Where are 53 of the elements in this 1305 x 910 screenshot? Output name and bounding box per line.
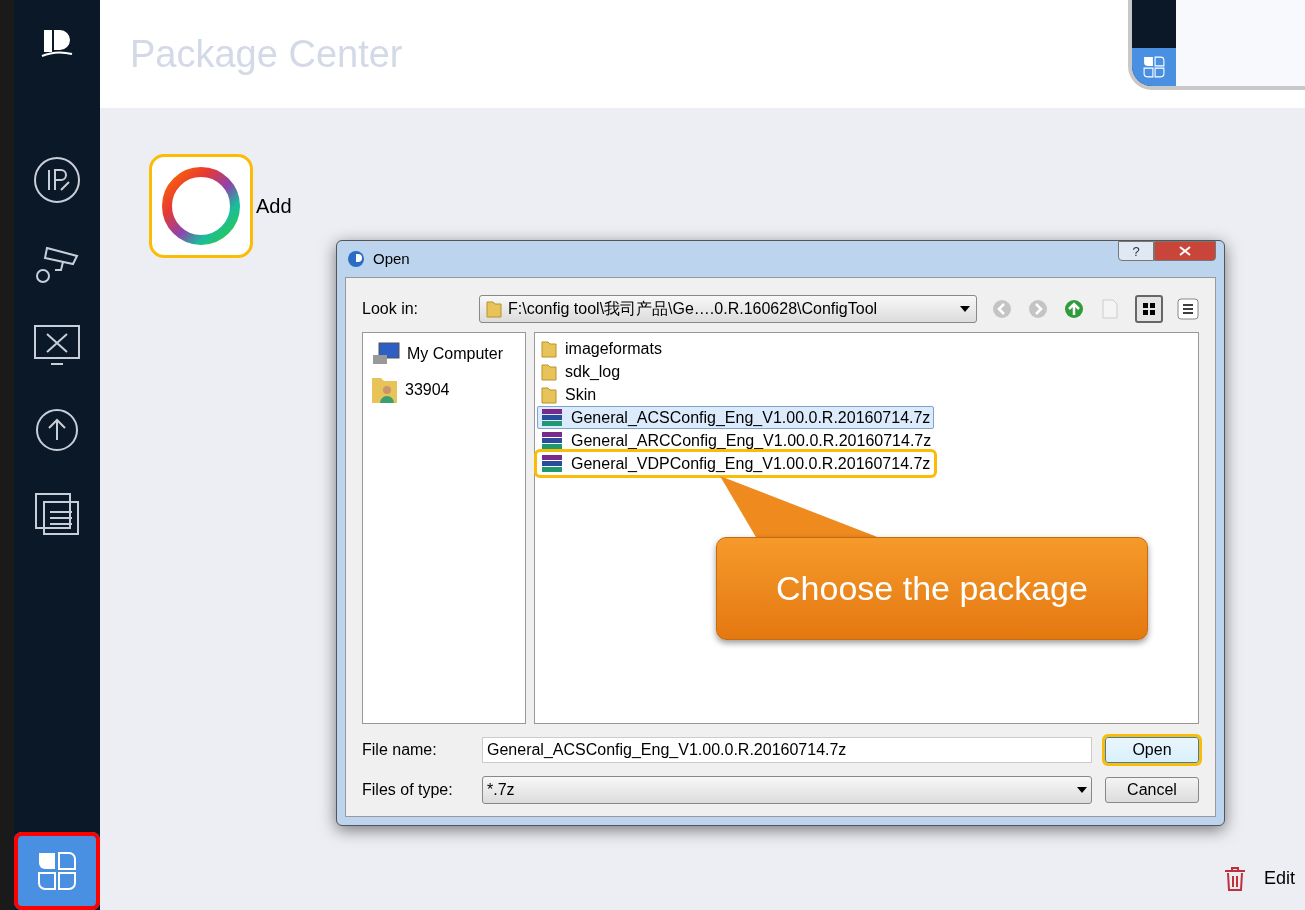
close-button[interactable] (1154, 241, 1216, 261)
file-row[interactable]: sdk_log (537, 360, 625, 383)
look-in-path: F:\config tool\我司产品\Ge….0.R.160628\ConfigTool (508, 299, 878, 319)
ip-edit-icon (33, 156, 81, 204)
package-tiles-icon (37, 851, 77, 891)
package-tiles-icon (1143, 56, 1165, 78)
color-ring-icon (161, 166, 241, 246)
sidebar-item[interactable] (33, 156, 81, 204)
file-row[interactable]: Skin (537, 383, 601, 406)
upload-circle-icon (33, 406, 81, 454)
list-view-button[interactable] (1135, 295, 1163, 323)
computer-icon (371, 341, 401, 367)
place-item[interactable]: My Computer (371, 341, 525, 367)
file-row[interactable]: General_ARCConfig_Eng_V1.00.0.R.20160714.7z (537, 429, 936, 452)
folder-icon (541, 362, 557, 381)
help-button[interactable]: ? (1118, 241, 1154, 261)
dropdown-caret-icon (960, 306, 970, 312)
file-name-field[interactable]: General_ACSConfig_Eng_V1.00.0.R.20160714.7z (482, 737, 1092, 763)
app-logo-icon (347, 250, 365, 268)
file-row[interactable]: imageformats (537, 337, 666, 360)
look-in-dropdown[interactable]: F:\config tool\我司产品\Ge….0.R.160628\ConfigTool (479, 295, 977, 323)
callout-text: Choose the package (776, 568, 1088, 609)
look-in-label: Look in: (362, 299, 420, 319)
sidebar-item[interactable] (34, 492, 80, 536)
close-icon (1179, 246, 1191, 256)
file-type-dropdown[interactable]: *.7z (482, 776, 1092, 804)
add-ring-button[interactable] (152, 157, 250, 255)
dialog-title: Open (373, 248, 410, 269)
user-folder-icon (371, 375, 399, 405)
archive-books-icon (541, 430, 563, 451)
sidebar-item[interactable] (33, 406, 81, 454)
file-type-label: Files of type: (362, 780, 454, 800)
edit-label[interactable]: Edit (1263, 865, 1295, 892)
dropdown-caret-icon (1077, 787, 1087, 793)
folder-icon (541, 385, 557, 404)
details-view-icon[interactable] (1177, 298, 1199, 320)
archive-books-icon (541, 407, 563, 428)
folder-icon (541, 339, 557, 358)
documents-icon (34, 492, 80, 536)
open-button[interactable]: Open (1105, 737, 1199, 763)
cancel-button[interactable]: Cancel (1105, 777, 1199, 803)
trash-icon[interactable] (1223, 865, 1246, 892)
file-type-value: *.7z (487, 780, 515, 800)
sidebar-item[interactable] (33, 324, 81, 368)
grid-icon (1143, 303, 1155, 315)
folder-icon (486, 300, 503, 318)
file-name-label: File name: (362, 740, 438, 760)
add-label: Add (256, 194, 292, 219)
file-row[interactable]: General_VDPConfig_Eng_V1.00.0.R.20160714.7z (537, 452, 935, 475)
place-item[interactable]: 33904 (371, 375, 525, 405)
file-row[interactable]: General_ACSConfig_Eng_V1.00.0.R.20160714.7z (537, 406, 935, 429)
tools-monitor-icon (33, 324, 81, 368)
archive-books-icon (541, 453, 563, 474)
